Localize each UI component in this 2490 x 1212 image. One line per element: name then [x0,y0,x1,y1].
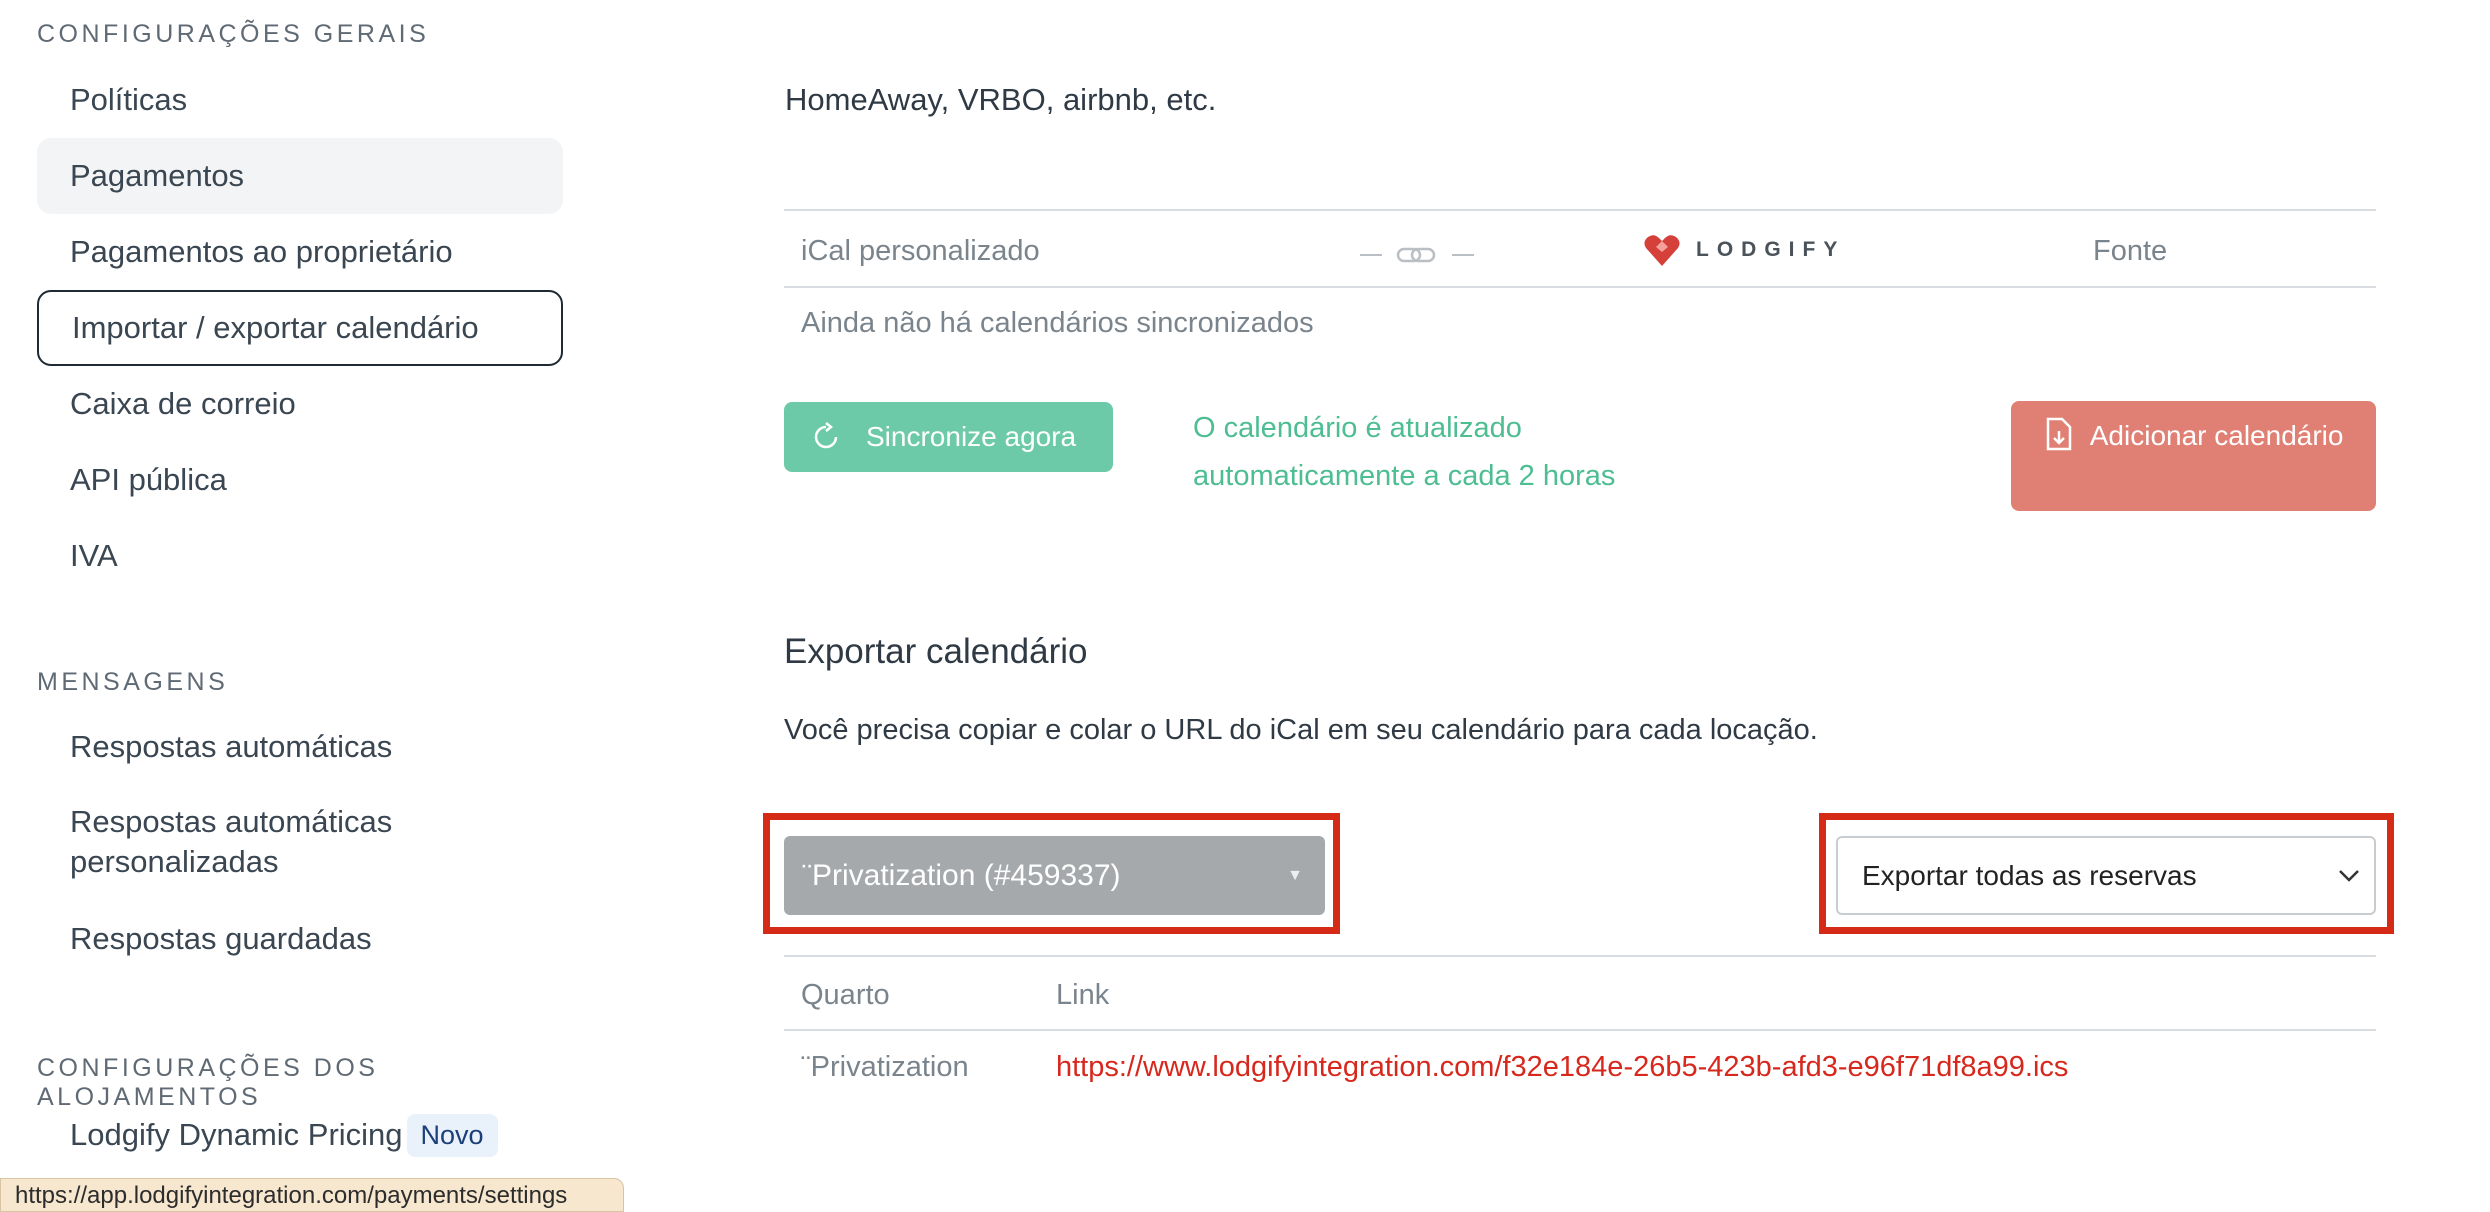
sync-now-button[interactable]: Sincronize agora [784,402,1113,472]
caret-down-icon: ▼ [1287,866,1303,884]
sidebar-item-auto-replies[interactable]: Respostas automáticas [37,709,563,785]
providers-text: HomeAway, VRBO, airbnb, etc. [785,88,1217,117]
no-calendars-message: Ainda não há calendários sincronizados [801,307,1314,339]
table-row-room: ¨Privatization [801,1051,969,1083]
custom-ical-header: iCal personalizado [801,235,1040,267]
lodgify-heart-icon [1644,235,1680,266]
link-column-header: Link [1056,979,1110,1011]
room-column-header: Quarto [801,979,890,1011]
sidebar-item-mailbox[interactable]: Caixa de correio [37,366,563,442]
sidebar-item-payments[interactable]: Pagamentos [37,138,563,214]
settings-sidebar: CONFIGURAÇÕES GERAIS Políticas Pagamento… [0,0,600,1208]
sidebar-item-custom-auto-replies[interactable]: Respostas automáticas personalizadas [37,802,507,882]
sidebar-item-dynamic-pricing[interactable]: Lodgify Dynamic Pricing Novo [37,1097,563,1173]
sidebar-item-vat[interactable]: IVA [37,518,563,594]
lodgify-logo: LODGIFY [1642,230,1845,270]
source-header: Fonte [2093,235,2168,267]
sidebar-item-policies[interactable]: Políticas [37,62,563,138]
auto-update-note: O calendário é atualizado automaticament… [1193,412,1616,492]
sidebar-item-import-export-calendar[interactable]: Importar / exportar calendário [37,290,563,366]
messages-heading: MENSAGENS [37,668,229,696]
divider [784,955,2376,957]
new-badge: Novo [406,1113,498,1157]
export-calendar-title: Exportar calendário [784,632,1088,671]
refresh-icon [814,422,838,449]
divider [784,209,2376,211]
sidebar-item-public-api[interactable]: API pública [37,442,563,518]
sidebar-item-saved-replies[interactable]: Respostas guardadas [37,901,563,977]
export-type-select[interactable]: Exportar todas as reservas [1836,836,2376,915]
status-bar-url: https://app.lodgifyintegration.com/payme… [0,1178,624,1212]
add-calendar-button[interactable]: Adicionar calendário [2011,401,2376,511]
link-icon [1358,240,1478,275]
dynamic-pricing-label: Lodgify Dynamic Pricing [70,1117,403,1152]
export-description: Você precisa copiar e colar o URL do iCa… [784,714,1818,746]
divider [784,286,2376,288]
general-settings-heading: CONFIGURAÇÕES GERAIS [37,20,430,48]
divider [784,1029,2376,1031]
chevron-down-icon [2339,869,2359,882]
sidebar-item-owner-payments[interactable]: Pagamentos ao proprietário [37,214,563,290]
room-select[interactable]: ¨Privatization (#459337) ▼ [784,836,1325,915]
add-file-icon [2046,417,2071,451]
ical-link[interactable]: https://www.lodgifyintegration.com/f32e1… [1056,1051,2068,1084]
